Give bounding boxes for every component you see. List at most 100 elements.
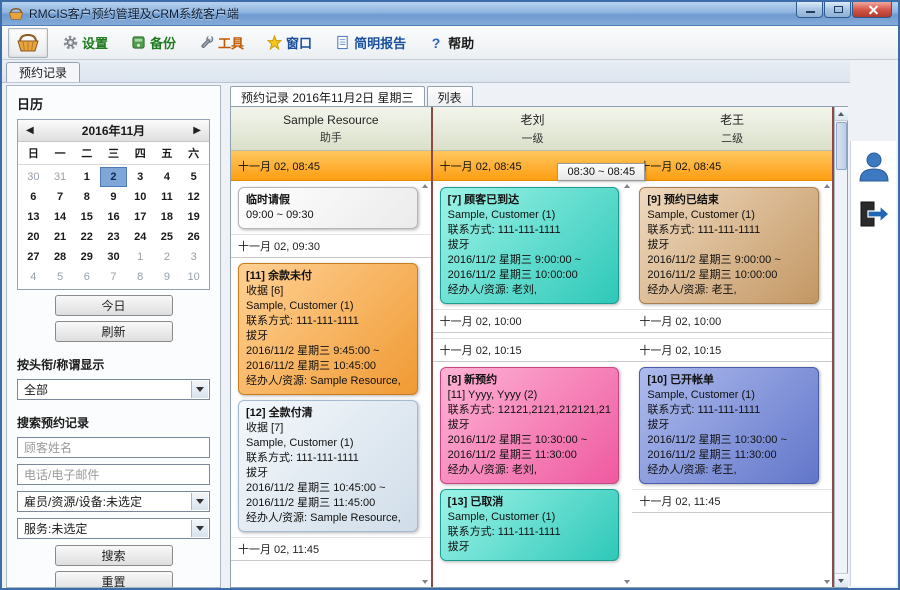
tab-day-view[interactable]: 预约记录 2016年11月2日 星期三: [230, 86, 425, 107]
calendar-day[interactable]: 25: [154, 227, 181, 247]
calendar-day[interactable]: 7: [100, 267, 127, 287]
calendar-day[interactable]: 30: [20, 167, 47, 187]
calendar-day[interactable]: 1: [127, 247, 154, 267]
time-slot[interactable]: 十一月 02, 11:45: [632, 489, 832, 513]
calendar-day[interactable]: 4: [20, 267, 47, 287]
calendar-day[interactable]: 17: [127, 207, 154, 227]
appointment-card[interactable]: [10] 已开帐单Sample, Customer (1)联系方式: 111-1…: [639, 367, 819, 484]
resource-header[interactable]: 老刘一级: [433, 107, 633, 151]
card-text-line: [11] Yyyy, Yyyy (2): [448, 388, 612, 403]
menu-item-backup[interactable]: 备份: [122, 29, 184, 56]
appointment-card[interactable]: [8] 新预约[11] Yyyy, Yyyy (2)联系方式: 12121,21…: [440, 367, 620, 484]
title-filter-select[interactable]: 全部: [17, 379, 210, 400]
phone-email-input[interactable]: [17, 464, 210, 485]
calendar-day[interactable]: 3: [180, 247, 207, 267]
maximize-button[interactable]: [824, 2, 851, 18]
calendar-day[interactable]: 8: [73, 187, 100, 207]
column-scrollbar[interactable]: [421, 184, 430, 584]
calendar-day[interactable]: 18: [154, 207, 181, 227]
scroll-up-button[interactable]: [835, 107, 848, 121]
time-slot[interactable]: 十一月 02, 10:15: [433, 338, 633, 362]
logout-button[interactable]: [855, 195, 893, 233]
calendar-day[interactable]: 7: [47, 187, 74, 207]
calendar-day[interactable]: 12: [180, 187, 207, 207]
tab-appointments[interactable]: 预约记录: [6, 62, 80, 82]
calendar-day[interactable]: 11: [154, 187, 181, 207]
user-button[interactable]: [855, 147, 893, 185]
calendar-day[interactable]: 19: [180, 207, 207, 227]
calendar-day[interactable]: 27: [20, 247, 47, 267]
appointment-card[interactable]: [9] 预约已结束Sample, Customer (1)联系方式: 111-1…: [639, 187, 819, 304]
calendar-next-button[interactable]: ▶: [193, 125, 201, 136]
customer-name-input[interactable]: [17, 437, 210, 458]
calendar-day[interactable]: 15: [73, 207, 100, 227]
app-menu-button[interactable]: [8, 28, 48, 58]
calendar-day[interactable]: 10: [180, 267, 207, 287]
calendar-day[interactable]: 5: [180, 167, 207, 187]
time-slot[interactable]: 十一月 02, 11:45: [231, 537, 431, 561]
menu-item-tools[interactable]: 工具: [190, 29, 252, 56]
calendar-day[interactable]: 22: [73, 227, 100, 247]
appointment-card[interactable]: [13] 已取消Sample, Customer (1)联系方式: 111-11…: [440, 489, 620, 561]
time-slot[interactable]: 十一月 02, 10:00: [632, 309, 832, 333]
time-band-cell[interactable]: 十一月 02, 08:45: [231, 151, 431, 181]
calendar-prev-button[interactable]: ◀: [26, 125, 34, 136]
time-band-cell[interactable]: 十一月 02, 08:45: [632, 151, 832, 181]
calendar-day[interactable]: 10: [127, 187, 154, 207]
calendar-day[interactable]: 9: [154, 267, 181, 287]
calendar-day[interactable]: 31: [47, 167, 74, 187]
refresh-button[interactable]: 刷新: [55, 321, 173, 342]
today-button[interactable]: 今日: [55, 295, 173, 316]
scrollbar-thumb[interactable]: [836, 122, 847, 170]
calendar-day[interactable]: 2: [100, 167, 127, 187]
resource-header[interactable]: 老王二级: [632, 107, 832, 151]
minimize-button[interactable]: [796, 2, 823, 18]
menu-item-settings[interactable]: 设置: [54, 29, 116, 56]
menu-item-window[interactable]: 窗口: [258, 29, 320, 56]
calendar-month-label[interactable]: 2016年11月: [82, 122, 145, 139]
vertical-scrollbar[interactable]: [834, 107, 847, 587]
calendar-day[interactable]: 13: [20, 207, 47, 227]
resource-header[interactable]: Sample Resource助手: [231, 107, 431, 151]
calendar-day[interactable]: 3: [127, 167, 154, 187]
calendar-day[interactable]: 29: [73, 247, 100, 267]
calendar-day[interactable]: 5: [47, 267, 74, 287]
calendar-day[interactable]: 2: [154, 247, 181, 267]
search-button[interactable]: 搜索: [55, 545, 173, 566]
appointment-card[interactable]: [7] 顾客已到达Sample, Customer (1)联系方式: 111-1…: [440, 187, 620, 304]
resource-select[interactable]: 雇员/资源/设备:未选定: [17, 491, 210, 512]
card-text-line: 联系方式: 12121,2121,212121,2121: [448, 403, 612, 418]
menu-item-help[interactable]: ? 帮助: [420, 29, 482, 56]
column-scrollbar[interactable]: [622, 184, 631, 584]
calendar-day[interactable]: 14: [47, 207, 74, 227]
calendar-day[interactable]: 30: [100, 247, 127, 267]
calendar-day[interactable]: 9: [100, 187, 127, 207]
calendar-day[interactable]: 20: [20, 227, 47, 247]
time-slot[interactable]: 十一月 02, 10:00: [433, 309, 633, 333]
appointment-card[interactable]: [11] 余款未付收据 [6]Sample, Customer (1)联系方式:…: [238, 263, 418, 395]
scroll-down-button[interactable]: [835, 573, 848, 587]
calendar-day[interactable]: 6: [20, 187, 47, 207]
appointment-card[interactable]: 临时请假09:00 ~ 09:30: [238, 187, 418, 229]
close-button[interactable]: [852, 2, 892, 18]
calendar-day[interactable]: 1: [73, 167, 100, 187]
calendar-day[interactable]: 8: [127, 267, 154, 287]
calendar-day[interactable]: 28: [47, 247, 74, 267]
window-controls: [795, 2, 892, 18]
reset-button[interactable]: 重置: [55, 571, 173, 588]
time-slot[interactable]: 十一月 02, 09:30: [231, 234, 431, 258]
calendar-day[interactable]: 21: [47, 227, 74, 247]
menu-item-report[interactable]: 简明报告: [326, 29, 414, 56]
column-scrollbar[interactable]: [822, 184, 831, 584]
resource-name: 老刘: [521, 111, 545, 128]
calendar-day[interactable]: 4: [154, 167, 181, 187]
service-select[interactable]: 服务:未选定: [17, 518, 210, 539]
calendar-day[interactable]: 23: [100, 227, 127, 247]
time-slot[interactable]: 十一月 02, 10:15: [632, 338, 832, 362]
calendar-day[interactable]: 16: [100, 207, 127, 227]
calendar-day[interactable]: 24: [127, 227, 154, 247]
calendar-day[interactable]: 26: [180, 227, 207, 247]
tab-list-view[interactable]: 列表: [427, 86, 473, 107]
appointment-card[interactable]: [12] 全款付清收据 [7]Sample, Customer (1)联系方式:…: [238, 400, 418, 532]
calendar-day[interactable]: 6: [73, 267, 100, 287]
